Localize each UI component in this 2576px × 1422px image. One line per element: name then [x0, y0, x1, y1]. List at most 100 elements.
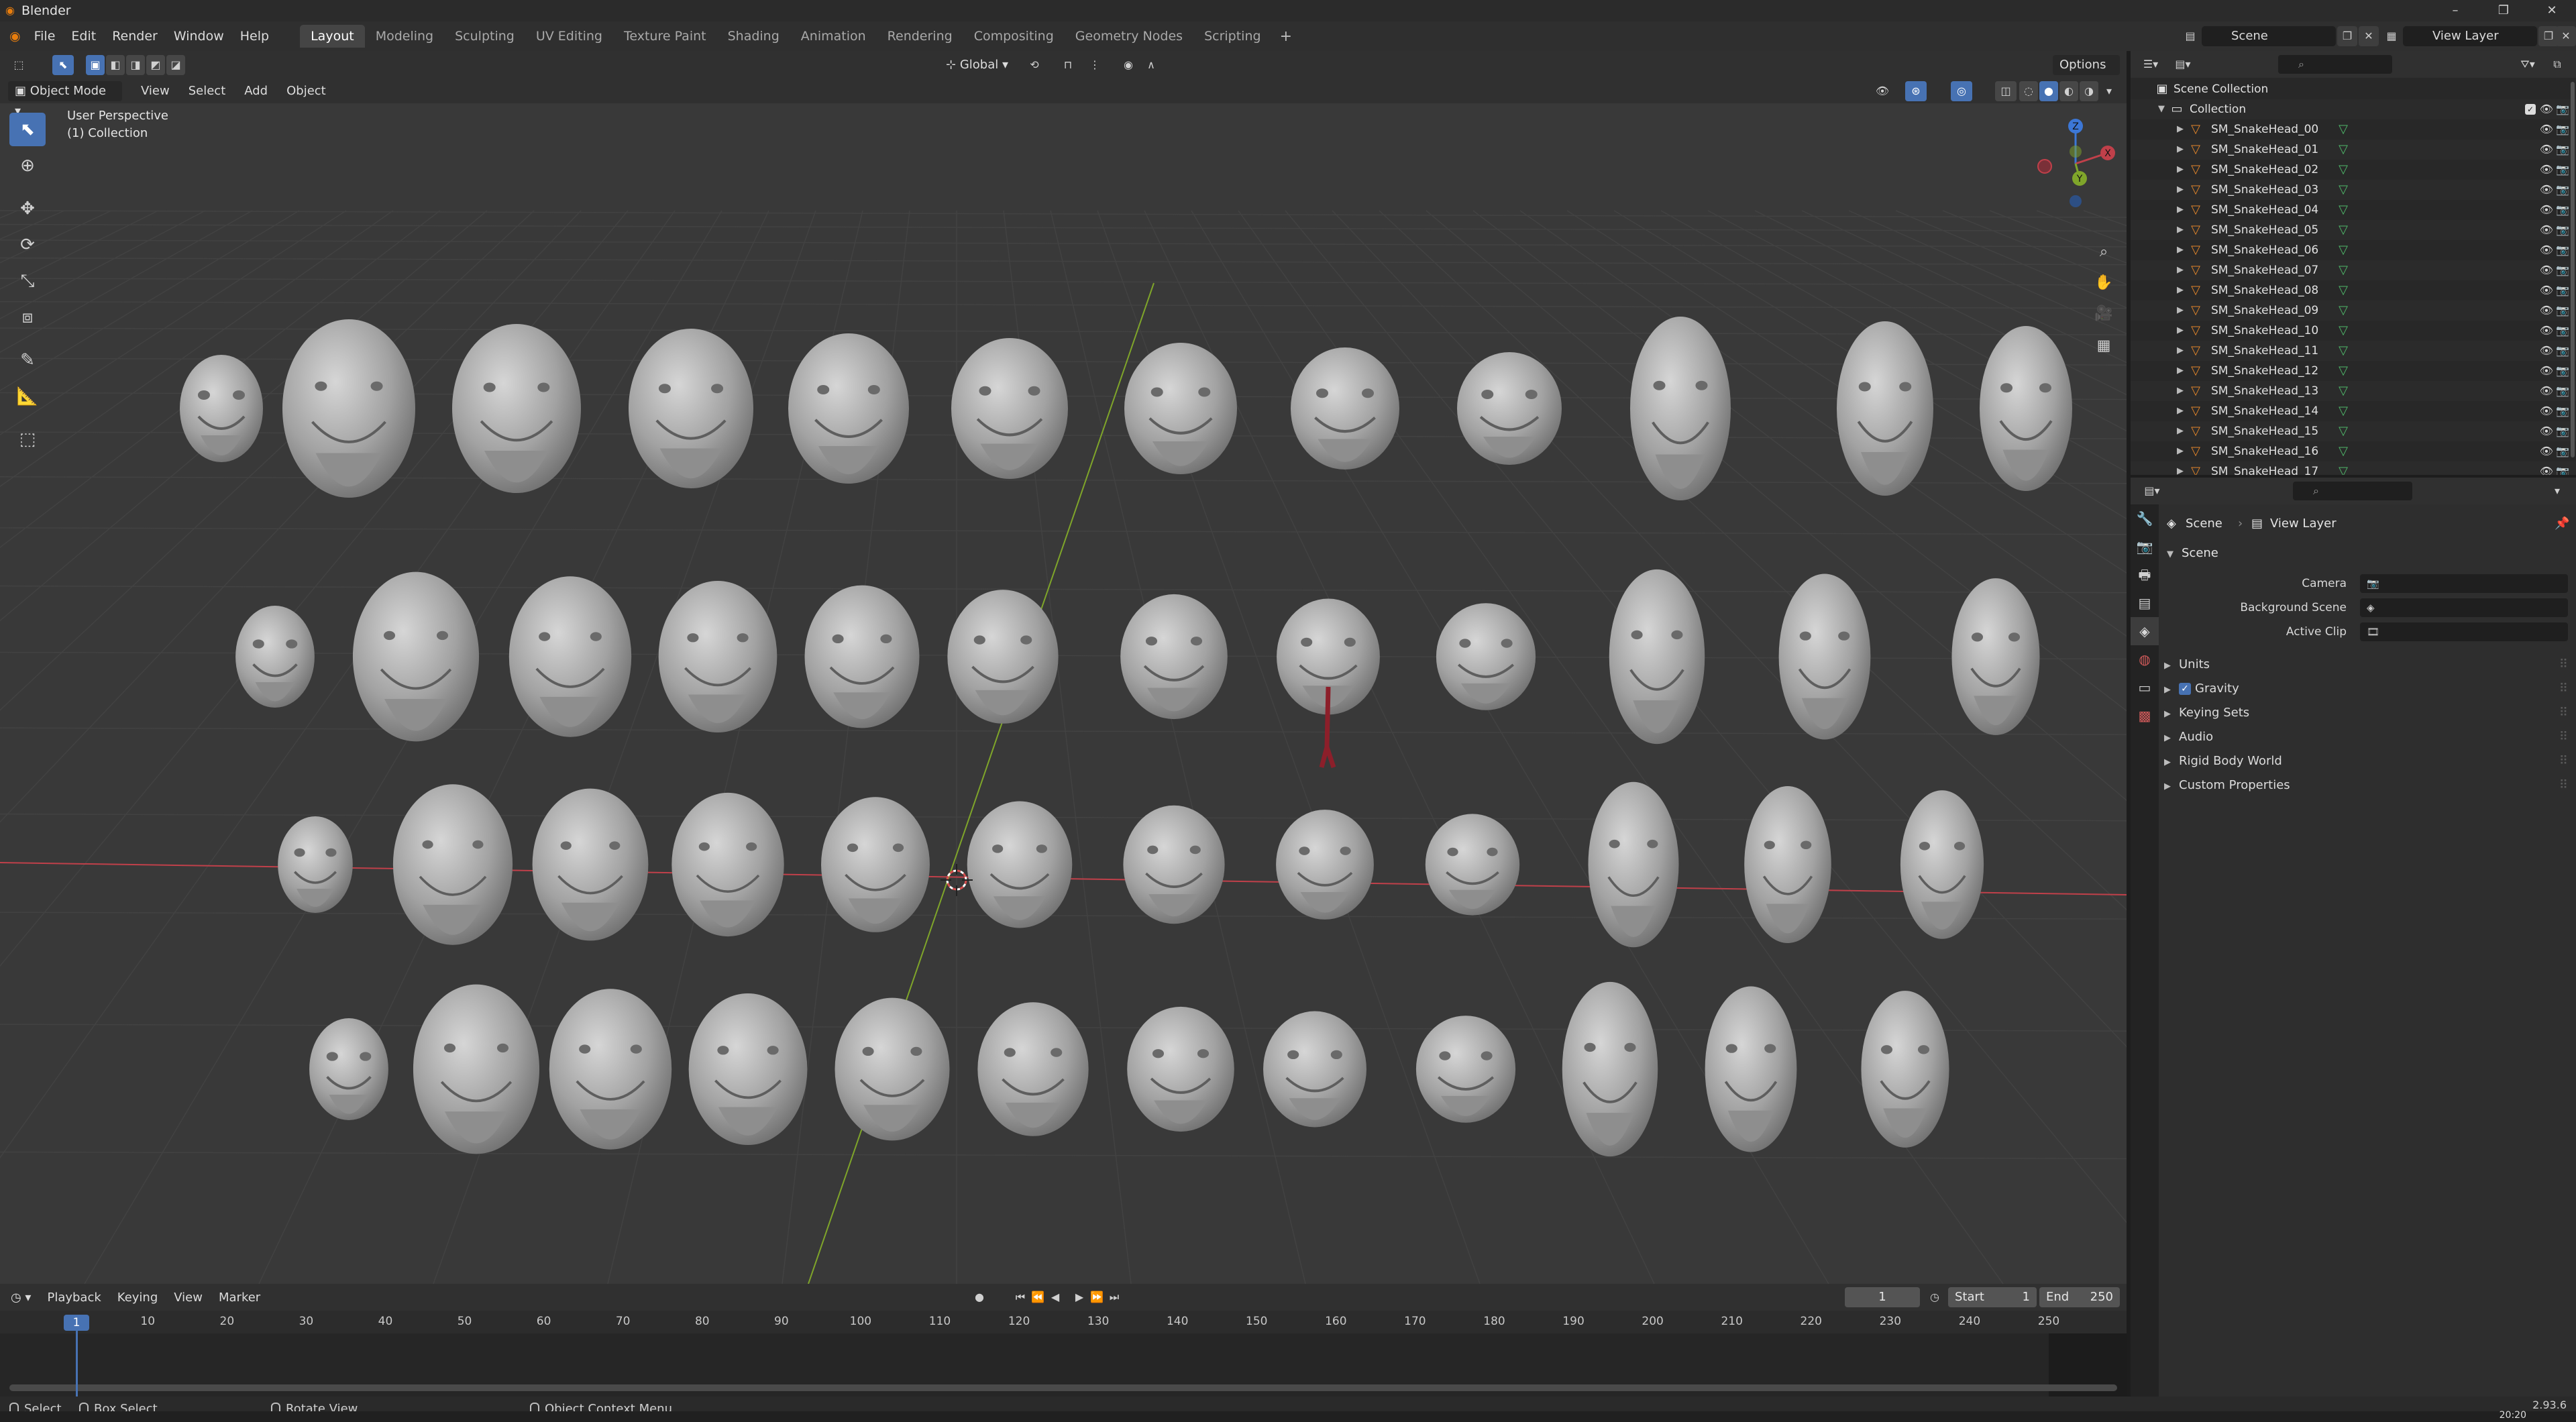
tab-layout[interactable]: Layout [300, 25, 365, 48]
visibility-eye-icon[interactable]: 👁 [2540, 300, 2553, 321]
snap-target-icon[interactable]: ⋮ [1084, 55, 1106, 75]
render-camera-icon[interactable]: 📷 [2556, 401, 2569, 421]
gravity-checkbox[interactable]: ✓ [2179, 683, 2191, 695]
mode-dropdown[interactable]: ▣ Object Mode ▾ [8, 81, 122, 118]
expand-caret-icon[interactable]: ▶ [2175, 441, 2186, 461]
preview-range-icon[interactable]: ◷ [1924, 1287, 1945, 1307]
scene-selector[interactable]: Scene [2202, 26, 2336, 46]
select-mode-extend-icon[interactable]: ◧ [106, 55, 125, 75]
visibility-eye-icon[interactable]: 👁 [2540, 341, 2553, 361]
outliner-object-row[interactable]: ▶ ▽ SM_SnakeHead_00 ▽ 👁 📷 [2131, 119, 2576, 140]
render-camera-icon[interactable]: 📷 [2556, 260, 2569, 280]
overlay-toggle-icon[interactable]: ◎ [1951, 81, 1972, 101]
render-camera-icon[interactable]: 📷 [2556, 321, 2569, 341]
scene-panel-header[interactable]: ▼ Scene [2167, 546, 2218, 560]
render-tab-icon[interactable]: 📷 [2131, 533, 2159, 561]
tab-compositing[interactable]: Compositing [963, 25, 1065, 48]
jump-start-icon[interactable]: ⏮ [1012, 1287, 1029, 1307]
outliner-object-row[interactable]: ▶ ▽ SM_SnakeHead_12 ▽ 👁 📷 [2131, 361, 2576, 381]
select-tool-icon[interactable]: ⬉ [52, 55, 74, 75]
new-scene-icon[interactable]: ❐ [2337, 26, 2357, 46]
select-mode-intersect-icon[interactable]: ◪ [166, 55, 185, 75]
timeline-editor-type-icon[interactable]: ◷ ▾ [0, 1291, 39, 1305]
background-scene-field[interactable]: ◈ [2360, 598, 2568, 617]
outliner-scene-collection-row[interactable]: ▣ Scene Collection [2131, 79, 2576, 99]
expand-caret-icon[interactable]: ▶ [2175, 260, 2186, 280]
outliner-object-row[interactable]: ▶ ▽ SM_SnakeHead_15 ▽ 👁 📷 [2131, 421, 2576, 441]
active-clip-field[interactable]: 🎞 [2360, 622, 2568, 641]
timeline-scrollbar[interactable] [9, 1384, 2117, 1391]
visibility-eye-icon[interactable]: 👁 [2540, 381, 2553, 401]
camera-field[interactable]: 📷 [2360, 574, 2568, 593]
properties-options-icon[interactable]: ▾ [2546, 481, 2568, 501]
pin-icon[interactable]: 📌 [2555, 516, 2569, 531]
visibility-eye-icon[interactable]: 👁 [2540, 140, 2553, 160]
gizmo-toggle-icon[interactable]: ⊛ [1905, 81, 1927, 101]
visibility-eye-icon[interactable]: 👁 [2540, 240, 2553, 260]
ortho-toggle-icon[interactable]: ▦ [2090, 333, 2117, 360]
outliner-object-row[interactable]: ▶ ▽ SM_SnakeHead_03 ▽ 👁 📷 [2131, 180, 2576, 200]
render-camera-icon[interactable]: 📷 [2556, 160, 2569, 180]
shading-wireframe-icon[interactable]: ◌ [2019, 81, 2038, 101]
units-panel[interactable]: ▶ Units ⠿ [2164, 653, 2571, 676]
viewport-menu-add[interactable]: Add [235, 79, 277, 103]
drag-grip-icon[interactable]: ⠿ [2559, 702, 2568, 724]
render-camera-icon[interactable]: 📷 [2556, 361, 2569, 381]
expand-caret-icon[interactable]: ▶ [2175, 140, 2186, 160]
view-layer-tab-icon[interactable]: ▤ [2131, 589, 2159, 617]
outliner-object-row[interactable]: ▶ ▽ SM_SnakeHead_05 ▽ 👁 📷 [2131, 220, 2576, 240]
menu-window[interactable]: Window [166, 21, 232, 51]
outliner-object-row[interactable]: ▶ ▽ SM_SnakeHead_04 ▽ 👁 📷 [2131, 200, 2576, 220]
keying-sets-panel[interactable]: ▶ Keying Sets ⠿ [2164, 702, 2571, 724]
tool-tab-icon[interactable]: 🔧 [2131, 504, 2159, 533]
menu-edit[interactable]: Edit [63, 21, 104, 51]
frame-ruler[interactable]: 10 20 30 40 50 60 70 80 90 100 110 120 130 140 150 160 1… [0, 1311, 2127, 1333]
transform-orientation-dropdown[interactable]: ⊹ Global ▾ [939, 55, 1020, 75]
minimize-button[interactable]: – [2431, 0, 2479, 21]
render-camera-icon[interactable]: 📷 [2556, 381, 2569, 401]
visibility-icon[interactable]: 👁 [1872, 81, 1893, 101]
outliner-scrollbar[interactable] [2571, 82, 2575, 457]
select-mode-subtract-icon[interactable]: ◨ [126, 55, 145, 75]
tab-uv-editing[interactable]: UV Editing [525, 25, 613, 48]
render-camera-icon[interactable]: 📷 [2556, 180, 2569, 200]
timeline-menu-view[interactable]: View [166, 1291, 211, 1305]
timeline-menu-marker[interactable]: Marker [211, 1291, 268, 1305]
playhead-frame-indicator[interactable]: 1 [64, 1315, 89, 1331]
visibility-eye-icon[interactable]: 👁 [2540, 180, 2553, 200]
outliner-object-row[interactable]: ▶ ▽ SM_SnakeHead_13 ▽ 👁 📷 [2131, 381, 2576, 401]
shading-options-icon[interactable]: ▾ [2100, 81, 2118, 101]
render-camera-icon[interactable]: 📷 [2556, 99, 2569, 119]
timeline-body[interactable] [0, 1333, 2127, 1397]
expand-caret-icon[interactable]: ▶ [2175, 321, 2186, 341]
visibility-eye-icon[interactable]: 👁 [2540, 361, 2553, 381]
scene-tab-icon[interactable]: ◈ [2131, 617, 2159, 645]
timeline-menu-playback[interactable]: Playback [39, 1291, 109, 1305]
shading-solid-icon[interactable]: ● [2039, 81, 2058, 101]
outliner-search-input[interactable]: ⌕ [2278, 55, 2392, 74]
drag-grip-icon[interactable]: ⠿ [2559, 726, 2568, 749]
blender-menu-icon[interactable]: ◉ [0, 21, 26, 51]
outliner-object-row[interactable]: ▶ ▽ SM_SnakeHead_10 ▽ 👁 📷 [2131, 321, 2576, 341]
editor-type-icon[interactable]: ⬚ [8, 55, 30, 75]
options-dropdown[interactable]: Options ▾ [2053, 55, 2120, 92]
outliner-editor-type-icon[interactable]: ☰▾ [2137, 54, 2164, 74]
properties-editor-type-icon[interactable]: ▤▾ [2137, 481, 2167, 501]
tab-scripting[interactable]: Scripting [1193, 25, 1272, 48]
expand-caret-icon[interactable]: ▶ [2175, 421, 2186, 441]
menu-render[interactable]: Render [104, 21, 166, 51]
measure-tool-icon[interactable]: 📐 [9, 380, 46, 413]
render-camera-icon[interactable]: 📷 [2556, 200, 2569, 220]
outliner-object-row[interactable]: ▶ ▽ SM_SnakeHead_09 ▽ 👁 📷 [2131, 300, 2576, 321]
tab-rendering[interactable]: Rendering [877, 25, 963, 48]
visibility-eye-icon[interactable]: 👁 [2540, 421, 2553, 441]
delete-view-layer-icon[interactable]: ✕ [2556, 26, 2576, 46]
add-cube-tool-icon[interactable]: ⬚ [9, 423, 46, 456]
tab-texture-paint[interactable]: Texture Paint [613, 25, 717, 48]
maximize-button[interactable]: ❐ [2479, 0, 2528, 21]
outliner-collection-row[interactable]: ▼ ▭ Collection ✓ 👁 📷 [2131, 99, 2576, 119]
visibility-eye-icon[interactable]: 👁 [2540, 260, 2553, 280]
expand-caret-icon[interactable]: ▶ [2175, 461, 2186, 475]
view-layer-icon[interactable]: ▦ [2381, 26, 2402, 46]
outliner-object-row[interactable]: ▶ ▽ SM_SnakeHead_17 ▽ 👁 📷 [2131, 461, 2576, 475]
